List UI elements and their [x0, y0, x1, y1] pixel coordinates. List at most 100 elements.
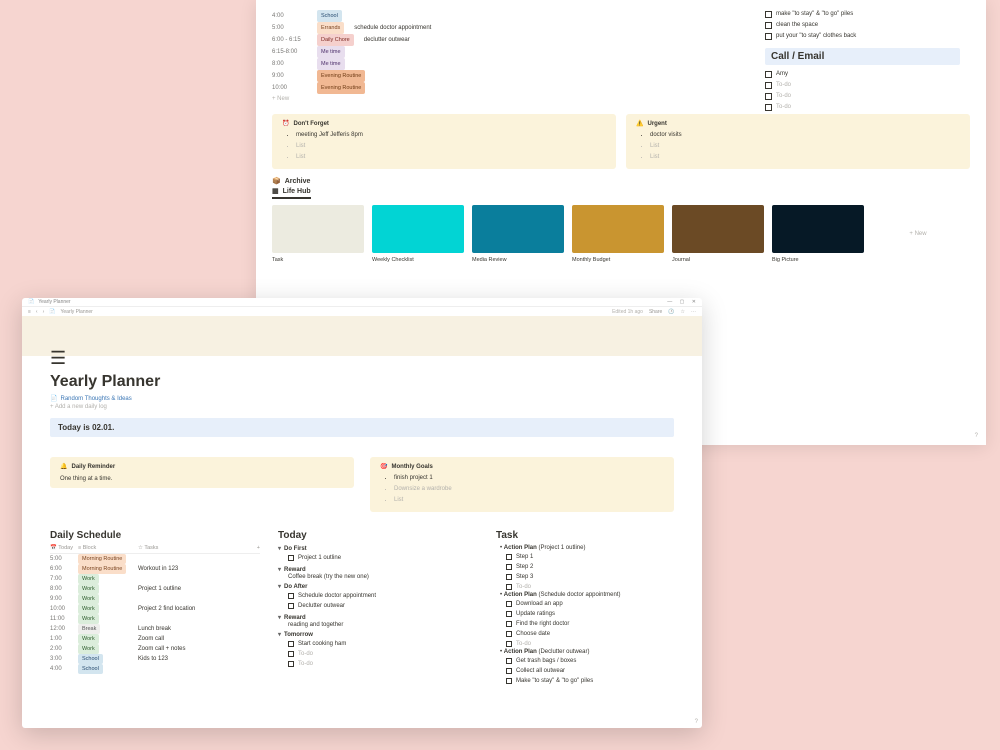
call-item[interactable]: To-do [765, 80, 960, 91]
checkbox-icon[interactable] [506, 641, 512, 647]
checkbox-icon[interactable] [288, 661, 294, 667]
list-item[interactable]: List [296, 141, 606, 152]
action-plan-title[interactable]: Action Plan (Declutter outwear) [500, 649, 674, 655]
lifehub-section[interactable]: ▦ Life Hub [272, 187, 311, 199]
checkbox-row[interactable]: Choose date [506, 629, 674, 639]
gallery-card[interactable]: Task [272, 205, 364, 263]
table-row[interactable]: 4:00 School [50, 664, 260, 674]
checkbox-icon[interactable] [506, 601, 512, 607]
schedule-block-tag[interactable]: Evening Routine [317, 82, 365, 94]
list-item[interactable]: meeting Jeff Jefferis 8pm [296, 130, 606, 141]
toggle[interactable]: Tomorrow [278, 631, 478, 638]
checkbox-row[interactable]: Step 3 [506, 572, 674, 582]
row-block[interactable]: School [78, 654, 138, 664]
schedule-block-tag[interactable]: School [317, 10, 342, 22]
call-item[interactable]: To-do [765, 91, 960, 102]
checkbox-icon[interactable] [765, 82, 772, 89]
table-row[interactable]: 10:00 Work Project 2 find location [50, 604, 260, 614]
checkbox-icon[interactable] [506, 611, 512, 617]
checkbox-row[interactable]: Find the right doctor [506, 619, 674, 629]
schedule-block-tag[interactable]: Me time [317, 58, 345, 70]
task-checkbox-row[interactable]: make "to stay" & "to go" piles [765, 9, 960, 20]
row-block[interactable]: Morning Routine [78, 554, 138, 564]
checkbox-icon[interactable] [288, 641, 294, 647]
toggle[interactable]: Reward [278, 614, 478, 621]
checkbox-row[interactable]: Make "to stay" & "to go" piles [506, 676, 674, 686]
row-block[interactable]: Morning Routine [78, 564, 138, 574]
archive-section[interactable]: 📦 Archive [272, 177, 970, 185]
list-item[interactable]: List [296, 152, 606, 163]
more-icon[interactable]: ⋯ [691, 309, 696, 315]
star-icon[interactable]: ☆ [681, 309, 685, 315]
checkbox-icon[interactable] [506, 668, 512, 674]
table-row[interactable]: 3:00 School Kids to 123 [50, 654, 260, 664]
share-button[interactable]: Share [649, 309, 662, 315]
checkbox-icon[interactable] [765, 71, 772, 78]
gallery-card[interactable]: Media Review [472, 205, 564, 263]
schedule-block-tag[interactable]: Errands [317, 22, 344, 34]
subpage-link[interactable]: 📄 Random Thoughts & Ideas [50, 395, 674, 402]
list-item[interactable]: List [650, 141, 960, 152]
action-plan-title[interactable]: Action Plan (Schedule doctor appointment… [500, 592, 674, 598]
gallery-card[interactable]: Monthly Budget [572, 205, 664, 263]
row-block[interactable]: Work [78, 634, 138, 644]
list-item[interactable]: List [394, 495, 664, 506]
table-row[interactable]: 9:00 Work [50, 594, 260, 604]
checkbox-row[interactable]: Project 1 outline [288, 553, 478, 563]
call-item[interactable]: Amy [765, 69, 960, 80]
checkbox-row[interactable]: Collect all outwear [506, 666, 674, 676]
list-item[interactable]: doctor visits [650, 130, 960, 141]
ds-add-column[interactable]: + [257, 545, 260, 551]
checkbox-icon[interactable] [288, 651, 294, 657]
add-daily-log[interactable]: + Add a new daily log [50, 404, 674, 410]
table-row[interactable]: 7:00 Work [50, 574, 260, 584]
checkbox-row[interactable]: Step 1 [506, 552, 674, 562]
row-block[interactable]: Work [78, 594, 138, 604]
table-row[interactable]: 12:00 Break Lunch break [50, 624, 260, 634]
checkbox-row[interactable]: To-do [288, 649, 478, 659]
checkbox-row[interactable]: Get trash bags / boxes [506, 656, 674, 666]
table-row[interactable]: 11:00 Work [50, 614, 260, 624]
row-block[interactable]: Break [78, 624, 138, 634]
sidebar-toggle-icon[interactable]: ≡ [28, 309, 31, 315]
gallery-card[interactable]: Weekly Checklist [372, 205, 464, 263]
nav-fwd-icon[interactable]: › [43, 309, 45, 315]
checkbox-row[interactable]: To-do [506, 582, 674, 592]
task-checkbox-row[interactable]: clean the space [765, 20, 960, 31]
row-block[interactable]: Work [78, 604, 138, 614]
window-controls[interactable]: — ▢ ✕ [661, 299, 696, 305]
clock-icon[interactable]: 🕑 [668, 309, 674, 315]
checkbox-icon[interactable] [288, 555, 294, 561]
page-icon[interactable]: ☰ [50, 348, 674, 369]
checkbox-icon[interactable] [506, 678, 512, 684]
checkbox-icon[interactable] [765, 22, 772, 29]
checkbox-icon[interactable] [765, 104, 772, 111]
checkbox-row[interactable]: Step 2 [506, 562, 674, 572]
table-row[interactable]: 2:00 Work Zoom call + notes [50, 644, 260, 654]
checkbox-icon[interactable] [288, 593, 294, 599]
gallery-add-new[interactable]: + New [872, 205, 964, 263]
nav-back-icon[interactable]: ‹ [36, 309, 38, 315]
list-item[interactable]: Downsize a wardrobe [394, 484, 664, 495]
checkbox-icon[interactable] [506, 631, 512, 637]
row-block[interactable]: School [78, 664, 138, 674]
breadcrumb[interactable]: Yearly Planner [61, 309, 93, 315]
row-block[interactable]: Work [78, 644, 138, 654]
checkbox-icon[interactable] [506, 658, 512, 664]
maximize-icon[interactable]: ▢ [680, 299, 685, 305]
checkbox-icon[interactable] [288, 603, 294, 609]
gallery-card[interactable]: Journal [672, 205, 764, 263]
toggle[interactable]: Do After [278, 583, 478, 590]
row-block[interactable]: Work [78, 574, 138, 584]
checkbox-icon[interactable] [506, 564, 512, 570]
checkbox-row[interactable]: To-do [288, 659, 478, 669]
list-item[interactable]: finish project 1 [394, 473, 664, 484]
toggle[interactable]: Do First [278, 545, 478, 552]
checkbox-icon[interactable] [506, 584, 512, 590]
checkbox-icon[interactable] [506, 621, 512, 627]
action-plan-title[interactable]: Action Plan (Project 1 outline) [500, 545, 674, 551]
table-row[interactable]: 5:00 Morning Routine [50, 554, 260, 564]
table-row[interactable]: 8:00 Work Project 1 outline [50, 584, 260, 594]
toggle[interactable]: Reward [278, 566, 478, 573]
close-icon[interactable]: ✕ [692, 299, 696, 305]
